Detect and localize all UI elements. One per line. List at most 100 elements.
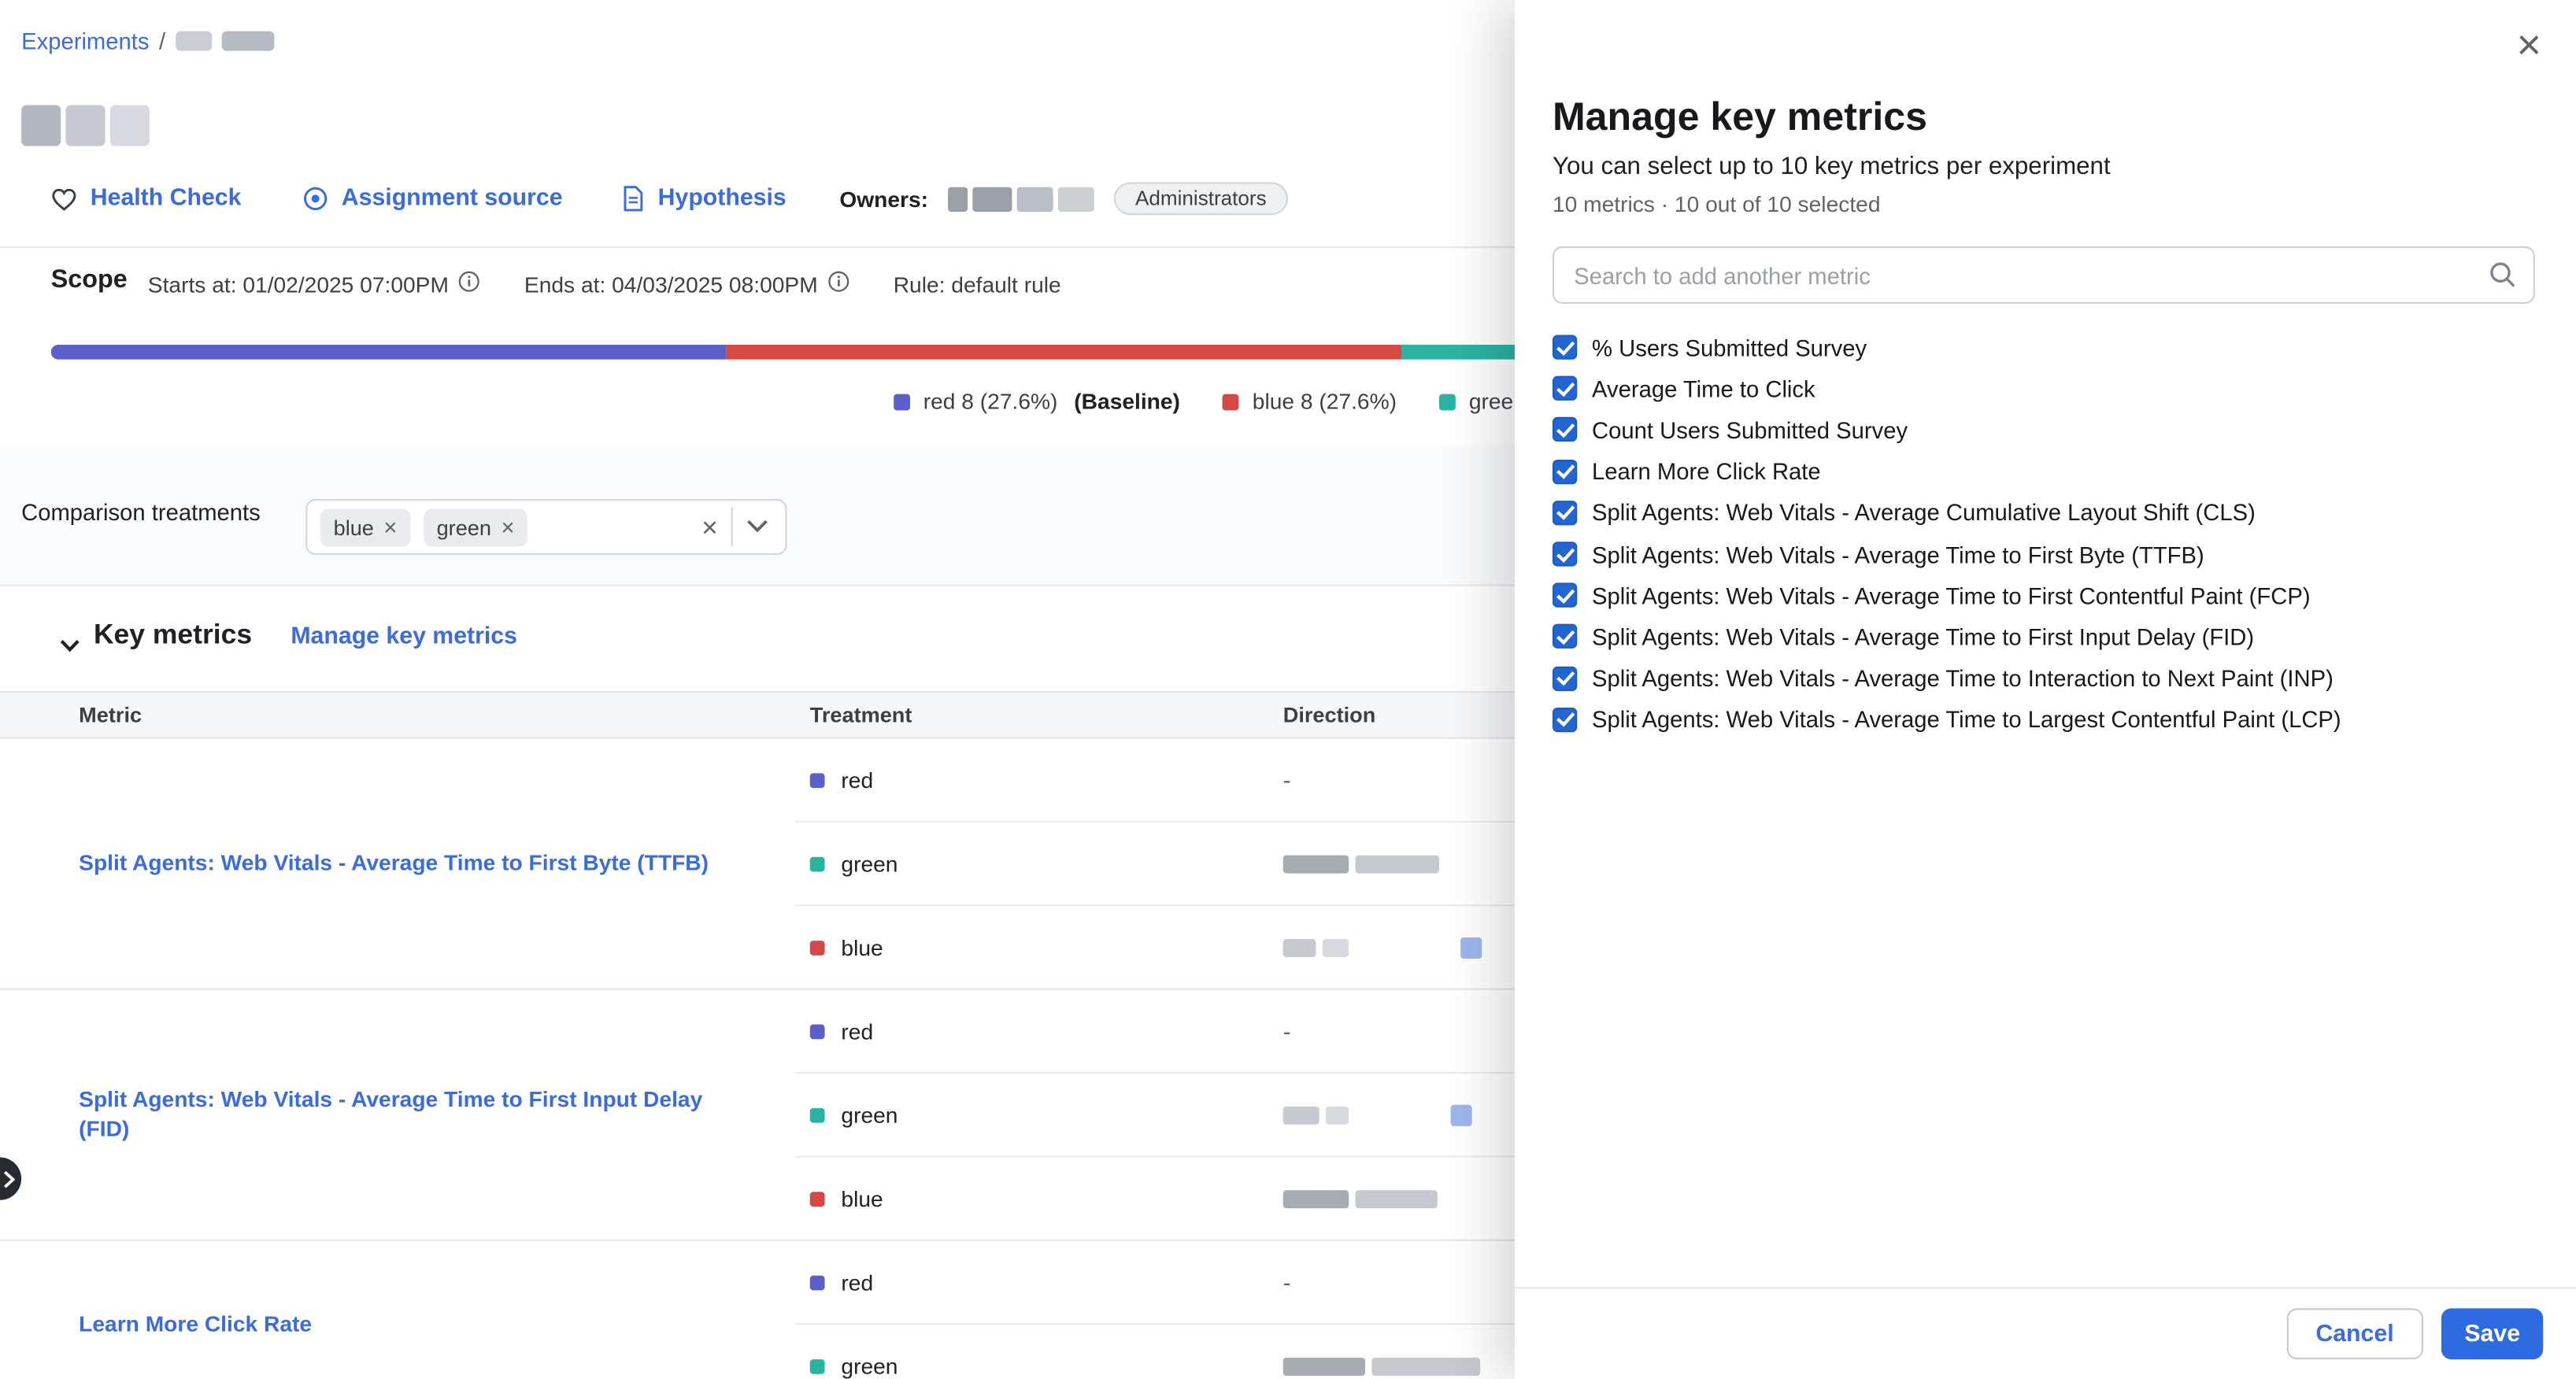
tab-label: Health Check	[91, 186, 242, 212]
clear-all-icon[interactable]: ×	[701, 513, 718, 541]
checkbox-checked-icon[interactable]	[1553, 501, 1577, 525]
close-icon[interactable]: ×	[2516, 23, 2541, 65]
administrators-badge: Administrators	[1114, 183, 1288, 216]
scope-starts-at: Starts at: 01/02/2025 07:00PM	[148, 272, 449, 296]
checkbox-checked-icon[interactable]	[1553, 335, 1577, 360]
treatment-swatch-red	[810, 772, 825, 787]
manage-key-metrics-drawer: × Manage key metrics You can select up t…	[1515, 0, 2576, 1379]
info-icon[interactable]	[458, 271, 479, 297]
breadcrumb: Experiments /	[21, 28, 274, 54]
column-header-metric: Metric	[0, 703, 795, 727]
comparison-treatments-label: Comparison treatments	[21, 499, 261, 525]
chip-label: blue	[334, 515, 374, 539]
metric-option-label: Learn More Click Rate	[1592, 458, 1821, 484]
tab-health-check[interactable]: Health Check	[51, 186, 242, 212]
metric-option-label: Split Agents: Web Vitals - Average Time …	[1592, 582, 2311, 608]
direction-value: -	[1283, 1269, 1291, 1295]
metric-option[interactable]: Count Users Submitted Survey	[1553, 409, 2543, 451]
treatment-swatch-green	[810, 856, 825, 871]
legend-label: red 8 (27.6%)	[923, 389, 1058, 413]
metric-search	[1553, 246, 2535, 304]
checkbox-checked-icon[interactable]	[1553, 418, 1577, 442]
treatment-name: red	[841, 1019, 873, 1043]
redacted-value	[1283, 1357, 1365, 1375]
metric-option[interactable]: Split Agents: Web Vitals - Average Time …	[1553, 657, 2543, 699]
treatment-name: blue	[841, 1186, 883, 1211]
metric-option[interactable]: Split Agents: Web Vitals - Average Time …	[1553, 534, 2543, 575]
redacted-indicator	[1451, 1104, 1472, 1126]
metric-option-label: Split Agents: Web Vitals - Average Time …	[1592, 623, 2254, 649]
redacted-value	[1283, 938, 1316, 956]
treatment-swatch-green	[810, 1359, 825, 1373]
treatment-name: blue	[841, 935, 883, 959]
treatment-swatch-blue	[810, 1191, 825, 1206]
metric-link[interactable]: Learn More Click Rate	[79, 1309, 312, 1339]
chevron-down-icon[interactable]	[746, 512, 768, 542]
comparison-treatments-select[interactable]: blue × green × ×	[305, 499, 786, 555]
metric-option[interactable]: % Users Submitted Survey	[1553, 327, 2543, 368]
drawer-title: Manage key metrics	[1553, 95, 1927, 141]
checkbox-checked-icon[interactable]	[1553, 459, 1577, 483]
redacted-page-title	[21, 105, 150, 146]
save-button[interactable]: Save	[2441, 1308, 2543, 1359]
metric-option[interactable]: Split Agents: Web Vitals - Average Cumul…	[1553, 492, 2543, 534]
metric-option[interactable]: Split Agents: Web Vitals - Average Time …	[1553, 616, 2543, 658]
document-icon	[624, 186, 645, 212]
treatment-chip-blue[interactable]: blue ×	[320, 508, 410, 546]
tab-assignment-source[interactable]: Assignment source	[302, 186, 563, 212]
redacted-breadcrumb-text	[221, 31, 274, 51]
redacted-value	[1356, 855, 1439, 873]
legend-item: blue 8 (27.6%)	[1223, 389, 1397, 413]
search-input[interactable]	[1553, 246, 2535, 304]
metric-link[interactable]: Split Agents: Web Vitals - Average Time …	[79, 1085, 729, 1144]
redacted-indicator	[1460, 937, 1482, 958]
column-header-treatment: Treatment	[795, 703, 1267, 727]
metric-option-label: Average Time to Click	[1592, 375, 1815, 401]
breadcrumb-experiments-link[interactable]: Experiments	[21, 28, 149, 54]
legend-baseline-label: (Baseline)	[1074, 389, 1180, 413]
scope-ends-at: Ends at: 04/03/2025 08:00PM	[524, 272, 818, 296]
checkbox-checked-icon[interactable]	[1553, 624, 1577, 649]
owners-row: Owners: Administrators	[839, 179, 1287, 218]
legend-swatch-blue	[1223, 394, 1239, 410]
chip-remove-icon[interactable]: ×	[383, 516, 397, 538]
metric-option-label: Count Users Submitted Survey	[1592, 417, 1908, 443]
checkbox-checked-icon[interactable]	[1553, 542, 1577, 566]
metric-option[interactable]: Split Agents: Web Vitals - Average Time …	[1553, 575, 2543, 616]
chip-remove-icon[interactable]: ×	[501, 516, 514, 538]
collapse-chevron-icon[interactable]	[59, 632, 80, 662]
page-tabs: Health Check Assignment source Hypothesi…	[51, 180, 786, 216]
cancel-button[interactable]: Cancel	[2286, 1308, 2423, 1359]
metric-link[interactable]: Split Agents: Web Vitals - Average Time …	[79, 848, 709, 878]
checkbox-checked-icon[interactable]	[1553, 707, 1577, 731]
legend-label: blue 8 (27.6%)	[1253, 389, 1397, 413]
metric-option[interactable]: Split Agents: Web Vitals - Average Time …	[1553, 699, 2543, 741]
tab-label: Assignment source	[342, 186, 563, 212]
breadcrumb-separator: /	[159, 28, 165, 54]
treatment-name: red	[841, 767, 873, 792]
treatment-name: red	[841, 1270, 873, 1294]
checkbox-checked-icon[interactable]	[1553, 376, 1577, 401]
chevron-right-icon	[3, 1170, 15, 1189]
metric-option[interactable]: Average Time to Click	[1553, 368, 2543, 410]
checkbox-checked-icon[interactable]	[1553, 666, 1577, 690]
metric-option[interactable]: Learn More Click Rate	[1553, 451, 2543, 493]
redacted-value	[1356, 1189, 1438, 1207]
checkbox-checked-icon[interactable]	[1553, 583, 1577, 608]
treatment-chip-green[interactable]: green ×	[424, 508, 527, 546]
info-icon[interactable]	[827, 271, 849, 297]
scope-meta: Starts at: 01/02/2025 07:00PM Ends at: 0…	[148, 271, 1061, 297]
redacted-value	[1371, 1357, 1480, 1375]
redacted-title-block	[65, 105, 105, 146]
selection-summary: 10 metrics · 10 out of 10 selected	[1553, 192, 1881, 216]
tab-hypothesis[interactable]: Hypothesis	[624, 186, 786, 212]
scope-title: Scope	[51, 266, 128, 296]
direction-value: -	[1283, 767, 1291, 793]
manage-key-metrics-link[interactable]: Manage key metrics	[291, 624, 517, 650]
redacted-value	[1283, 1106, 1319, 1124]
redacted-title-block	[21, 105, 61, 146]
tab-label: Hypothesis	[658, 186, 786, 212]
treatment-name: green	[841, 1354, 898, 1378]
metric-options-list: % Users Submitted Survey Average Time to…	[1553, 327, 2543, 740]
drawer-subtitle: You can select up to 10 key metrics per …	[1553, 153, 2111, 180]
